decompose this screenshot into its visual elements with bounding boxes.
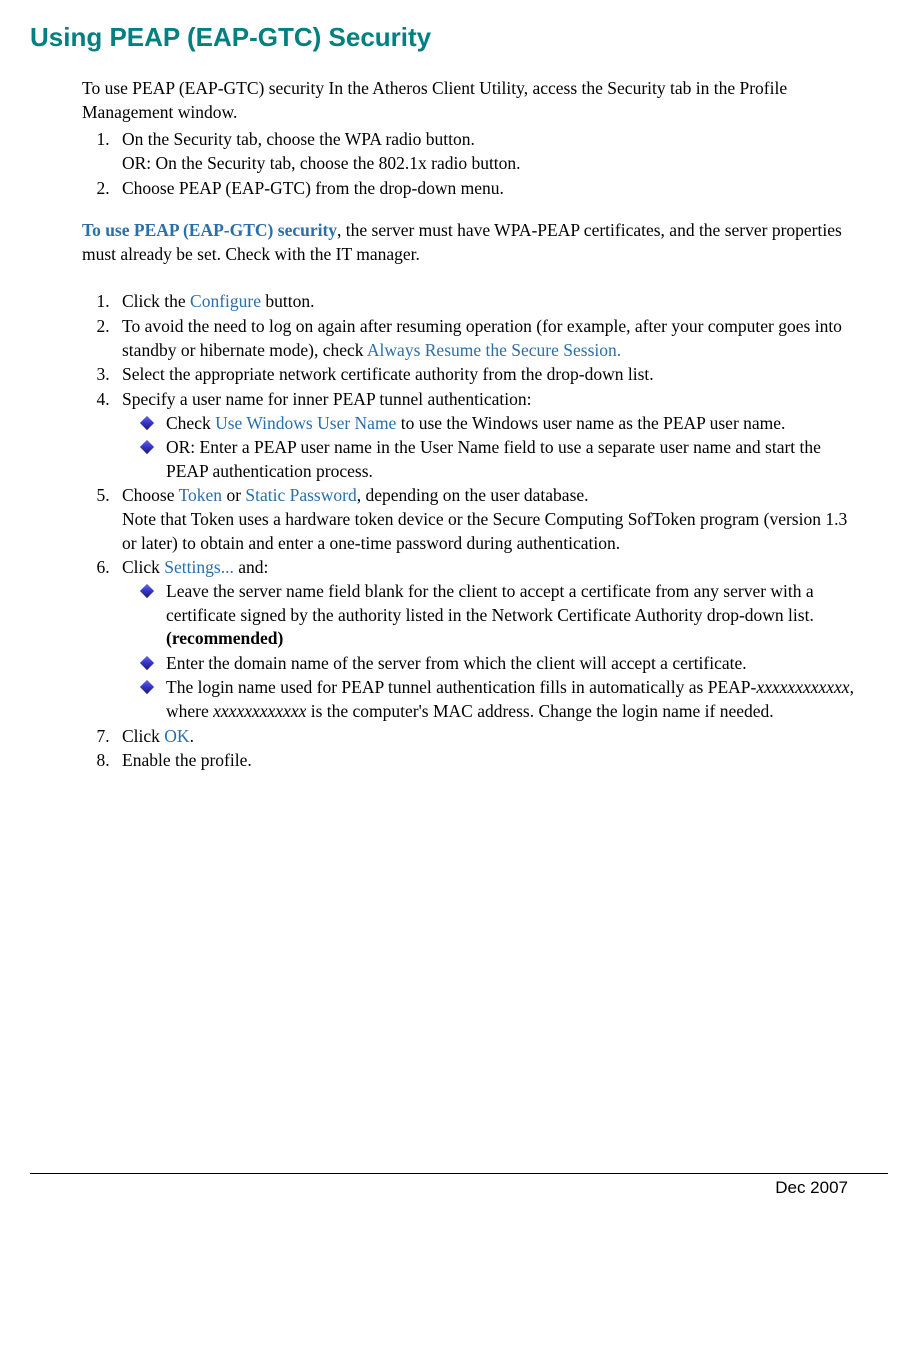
use-windows-user-name-link: Use Windows User Name xyxy=(215,413,396,433)
bullet-text: is the computer's MAC address. Change th… xyxy=(306,701,773,721)
step-text: On the Security tab, choose the WPA radi… xyxy=(122,129,475,149)
main-content: To use PEAP (EAP-GTC) security In the At… xyxy=(82,77,864,773)
bullet-item: Enter the domain name of the server from… xyxy=(146,652,864,676)
mac-placeholder: xxxxxxxxxxxx xyxy=(213,701,306,721)
step-text: and: xyxy=(234,557,269,577)
bullet-text: Enter the domain name of the server from… xyxy=(166,653,747,673)
ok-link: OK xyxy=(164,726,189,746)
step-text: Click xyxy=(122,557,164,577)
step-note: Note that Token uses a hardware token de… xyxy=(122,509,847,553)
bullet-text: Check xyxy=(166,413,215,433)
step-text: button. xyxy=(261,291,314,311)
list-item: Select the appropriate network certifica… xyxy=(114,363,864,387)
step-text: Click xyxy=(122,726,164,746)
bold-lead: To use PEAP (EAP-GTC) security xyxy=(82,220,337,240)
list-item: Click the Configure button. xyxy=(114,290,864,314)
configure-link: Configure xyxy=(190,291,261,311)
step-text: Click the xyxy=(122,291,190,311)
mid-paragraph: To use PEAP (EAP-GTC) security, the serv… xyxy=(82,219,864,266)
page-title: Using PEAP (EAP-GTC) Security xyxy=(30,20,888,55)
step-text: Enable the profile. xyxy=(122,750,252,770)
bullet-text: The login name used for PEAP tunnel auth… xyxy=(166,677,756,697)
always-resume-link: Always Resume the Secure Session. xyxy=(367,340,621,360)
bullet-item: Check Use Windows User Name to use the W… xyxy=(146,412,864,436)
step-text: Choose xyxy=(122,485,179,505)
bullet-item: OR: Enter a PEAP user name in the User N… xyxy=(146,436,864,483)
step-text: , depending on the user database. xyxy=(357,485,589,505)
list-item: On the Security tab, choose the WPA radi… xyxy=(114,128,864,175)
step-text: OR: On the Security tab, choose the 802.… xyxy=(122,153,521,173)
sub-bullets: Leave the server name field blank for th… xyxy=(122,580,864,724)
recommended-bold: (recommended) xyxy=(166,628,283,648)
step-text: Choose PEAP (EAP-GTC) from the drop-down… xyxy=(122,178,504,198)
footer-date: Dec 2007 xyxy=(775,1178,848,1197)
list-item: To avoid the need to log on again after … xyxy=(114,315,864,362)
static-password-link: Static Password xyxy=(245,485,356,505)
intro-paragraph: To use PEAP (EAP-GTC) security In the At… xyxy=(82,77,864,124)
bullet-text: Leave the server name field blank for th… xyxy=(166,581,814,625)
list-item: Choose Token or Static Password, dependi… xyxy=(114,484,864,555)
token-link: Token xyxy=(179,485,223,505)
first-steps-list: On the Security tab, choose the WPA radi… xyxy=(82,128,864,200)
bullet-text: OR: Enter a PEAP user name in the User N… xyxy=(166,437,821,481)
bullet-text: to use the Windows user name as the PEAP… xyxy=(396,413,785,433)
list-item: Click OK. xyxy=(114,725,864,749)
page-footer: Dec 2007 xyxy=(30,1173,888,1200)
list-item: Choose PEAP (EAP-GTC) from the drop-down… xyxy=(114,177,864,201)
sub-bullets: Check Use Windows User Name to use the W… xyxy=(122,412,864,484)
step-text: Select the appropriate network certifica… xyxy=(122,364,654,384)
list-item: Specify a user name for inner PEAP tunne… xyxy=(114,388,864,484)
step-text: . xyxy=(190,726,194,746)
bullet-item: Leave the server name field blank for th… xyxy=(146,580,864,651)
list-item: Click Settings... and: Leave the server … xyxy=(114,556,864,723)
mac-placeholder: xxxxxxxxxxxx xyxy=(756,677,849,697)
second-steps-list: Click the Configure button. To avoid the… xyxy=(82,290,864,773)
bullet-item: The login name used for PEAP tunnel auth… xyxy=(146,676,864,723)
settings-link: Settings... xyxy=(164,557,234,577)
step-text: or xyxy=(222,485,245,505)
step-text: Specify a user name for inner PEAP tunne… xyxy=(122,389,532,409)
list-item: Enable the profile. xyxy=(114,749,864,773)
